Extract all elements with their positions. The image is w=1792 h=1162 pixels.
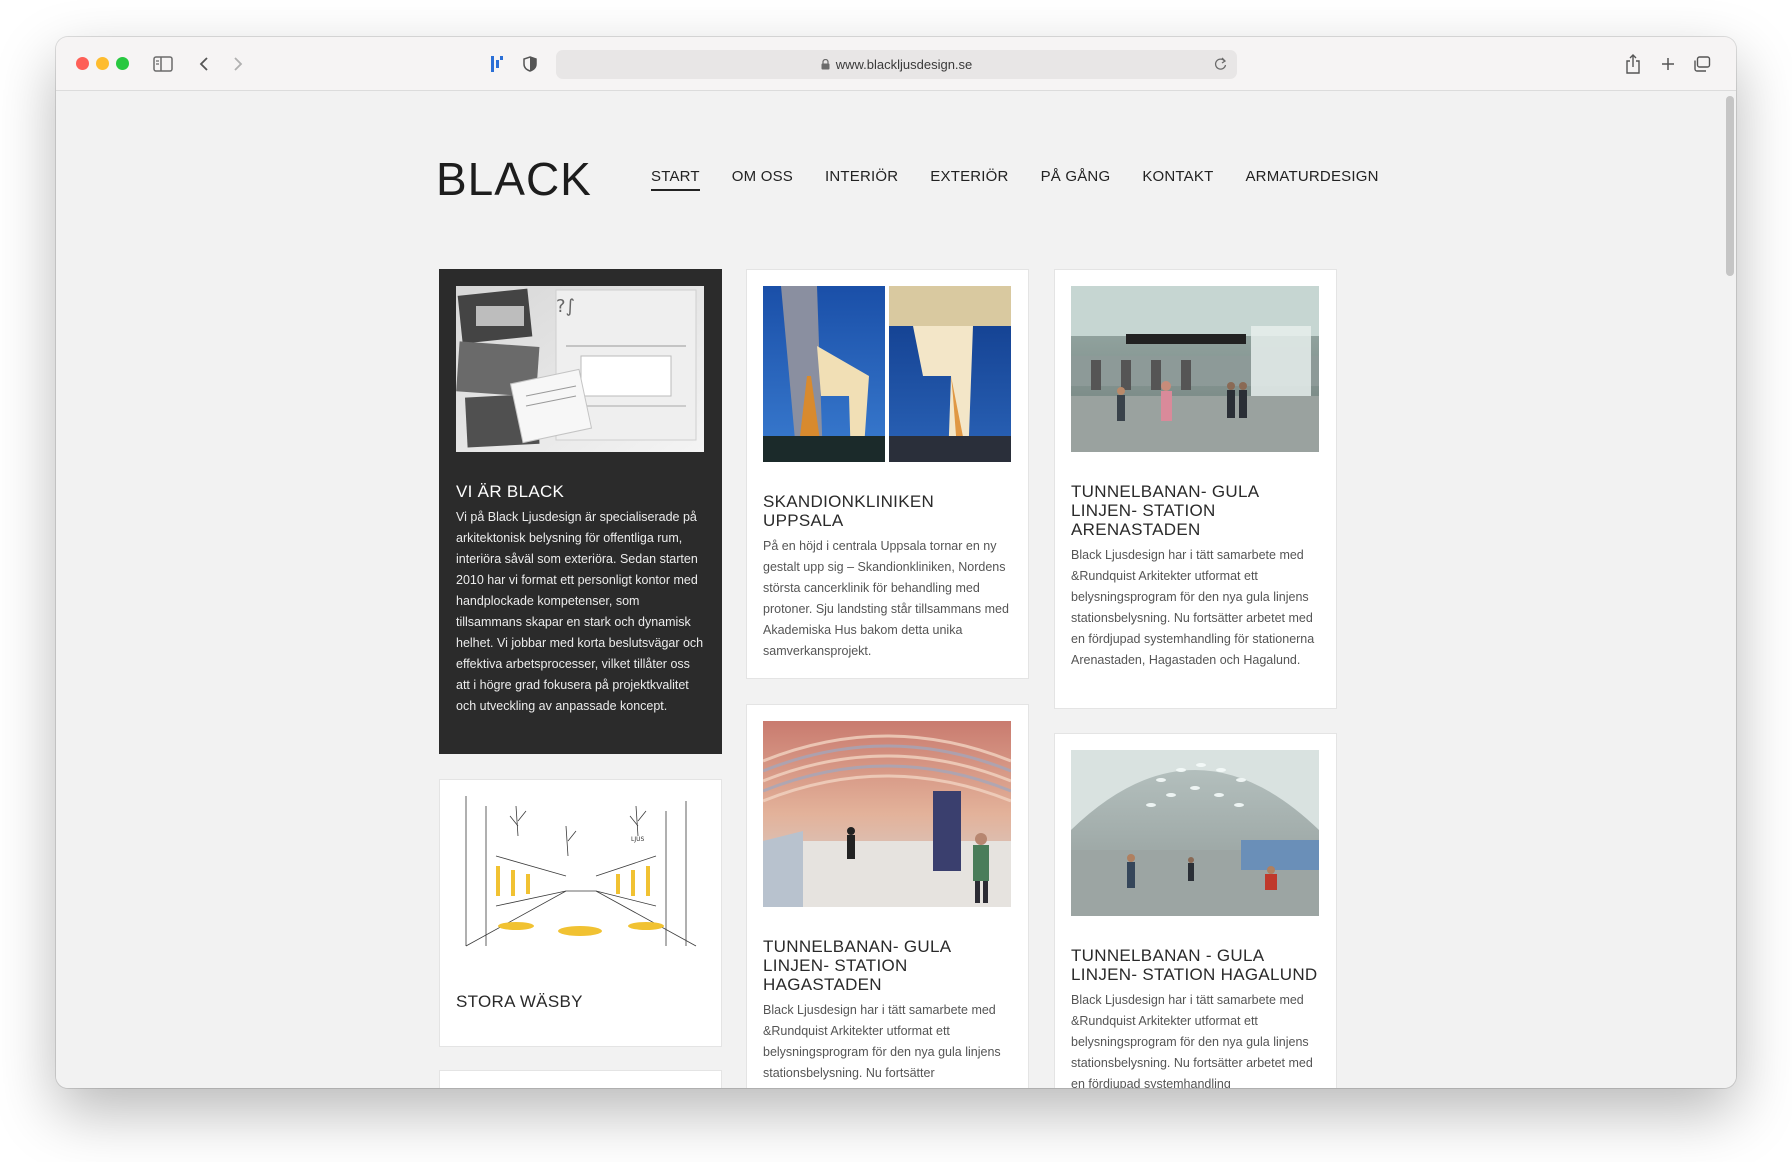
nav-armaturdesign[interactable]: ARMATURDESIGN — [1245, 168, 1378, 191]
card-hagastaden[interactable]: TUNNELBANAN- GULA LINJEN- STATION HAGAST… — [746, 704, 1029, 1088]
card-text: Black Ljusdesign har i tätt samarbete me… — [1071, 993, 1313, 1088]
card-image-hagastaden — [763, 721, 1011, 907]
card-text: På en höjd i centrala Uppsala tornar en … — [763, 539, 1009, 658]
nav-kontakt[interactable]: KONTAKT — [1142, 168, 1213, 191]
nav-pa-gang[interactable]: PÅ GÅNG — [1041, 168, 1111, 191]
card-title: SKANDIONKLINIKEN UPPSALA — [763, 492, 935, 530]
main-nav: START OM OSS INTERIÖR EXTERIÖR PÅ GÅNG K… — [651, 168, 1379, 191]
card-image-arenastaden — [1071, 286, 1319, 452]
browser-toolbar: www.blackljusdesign.se — [56, 37, 1736, 91]
page-viewport: BLACK START OM OSS INTERIÖR EXTERIÖR PÅ … — [56, 92, 1736, 1088]
card-image-skandionkliniken — [763, 286, 1011, 462]
forward-icon[interactable] — [230, 54, 246, 74]
card-text: Black Ljusdesign har i tätt samarbete me… — [763, 1003, 1001, 1080]
share-icon[interactable] — [1624, 54, 1642, 74]
address-bar[interactable]: www.blackljusdesign.se — [556, 50, 1237, 79]
tab-overview-icon[interactable] — [1693, 54, 1711, 74]
sidebar-toggle-icon[interactable] — [152, 54, 174, 74]
card-text: Vi på Black Ljusdesign är specialiserade… — [456, 510, 704, 713]
new-tab-icon[interactable] — [1659, 54, 1677, 74]
nav-om-oss[interactable]: OM OSS — [732, 168, 793, 191]
nav-start[interactable]: START — [651, 168, 700, 191]
nav-exterior[interactable]: EXTERIÖR — [930, 168, 1008, 191]
card-title: VI ÄR BLACK — [456, 482, 565, 501]
card-image-hagalund — [1071, 750, 1319, 916]
extension-icon[interactable] — [489, 54, 505, 74]
card-skandionkliniken[interactable]: SKANDIONKLINIKEN UPPSALA På en höjd i ce… — [746, 269, 1029, 679]
card-title: TUNNELBANAN- GULA LINJEN- STATION ARENAS… — [1071, 482, 1259, 539]
back-icon[interactable] — [196, 54, 212, 74]
url-text: www.blackljusdesign.se — [835, 57, 973, 72]
card-partial[interactable] — [439, 1070, 722, 1088]
card-text: Black Ljusdesign har i tätt samarbete me… — [1071, 548, 1315, 667]
privacy-shield-icon[interactable] — [522, 54, 538, 74]
card-hagalund[interactable]: TUNNELBANAN - GULA LINJEN- STATION HAGAL… — [1054, 733, 1337, 1088]
close-window-button[interactable] — [76, 57, 89, 70]
card-image-stora-wasby: LJUS — [456, 796, 704, 962]
card-arenastaden[interactable]: TUNNELBANAN- GULA LINJEN- STATION ARENAS… — [1054, 269, 1337, 709]
svg-text:LJUS: LJUS — [631, 836, 645, 843]
zoom-window-button[interactable] — [116, 57, 129, 70]
card-title: TUNNELBANAN - GULA LINJEN- STATION HAGAL… — [1071, 946, 1318, 984]
nav-interior[interactable]: INTERIÖR — [825, 168, 898, 191]
lock-icon — [821, 59, 830, 70]
site-logo[interactable]: BLACK — [436, 152, 592, 206]
reload-icon[interactable] — [1214, 57, 1227, 71]
minimize-window-button[interactable] — [96, 57, 109, 70]
card-title: STORA WÄSBY — [456, 992, 583, 1011]
svg-text:?∫: ?∫ — [556, 296, 575, 317]
card-title: TUNNELBANAN- GULA LINJEN- STATION HAGAST… — [763, 937, 951, 994]
browser-window: www.blackljusdesign.se BLACK START OM OS… — [56, 37, 1736, 1088]
card-image-sketches: ?∫ — [456, 286, 704, 452]
card-vi-ar-black[interactable]: ?∫ VI ÄR BLACK Vi på Black Ljusdesign är… — [439, 269, 722, 754]
card-stora-wasby[interactable]: LJUS STORA WÄSBY — [439, 779, 722, 1047]
scrollbar-thumb[interactable] — [1726, 96, 1734, 276]
